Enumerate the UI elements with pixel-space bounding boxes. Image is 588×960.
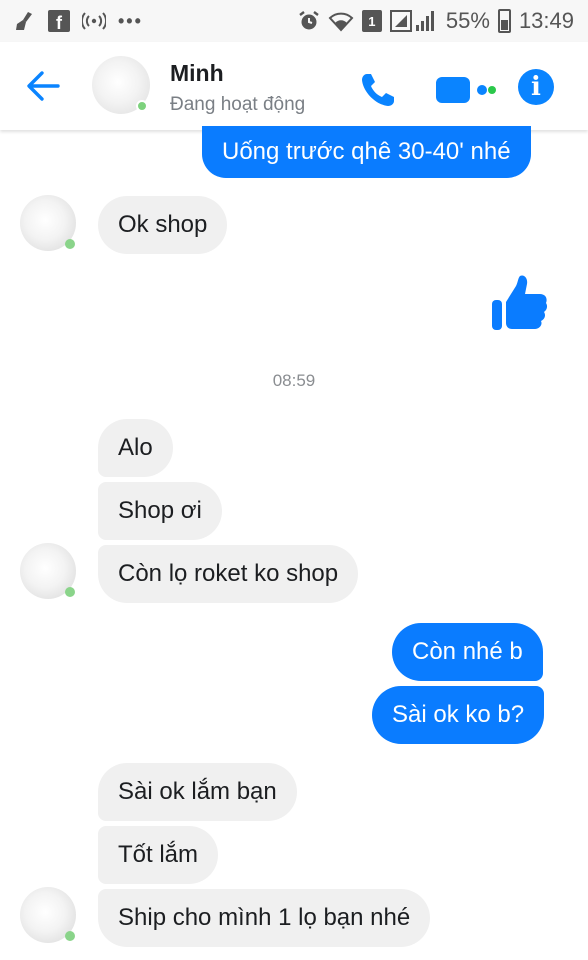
thumbs-up-icon[interactable] — [488, 272, 550, 334]
status-bar-left: f ••• — [14, 8, 143, 34]
outgoing-message[interactable]: Sài ok ko b? — [372, 686, 545, 744]
message-timestamp: 08:59 — [272, 371, 316, 390]
contact-name[interactable]: Minh — [170, 60, 224, 87]
incoming-message[interactable]: Ship cho mình 1 lọ bạn nhé — [98, 889, 431, 947]
battery-percentage: 55% — [445, 8, 490, 33]
video-call-icon[interactable] — [434, 73, 496, 107]
incoming-message[interactable]: Sài ok lắm bạn — [98, 763, 297, 821]
info-icon[interactable]: i — [518, 69, 554, 105]
outgoing-message[interactable]: Còn nhé b — [392, 623, 543, 681]
outgoing-message[interactable]: Uống trước qhê 30-40' nhé — [202, 126, 531, 178]
active-status-dot — [65, 931, 75, 941]
more-notifications-icon: ••• — [118, 10, 143, 31]
sim-slot-icon: 1 — [361, 10, 382, 32]
wifi-icon — [328, 12, 354, 32]
incoming-message[interactable]: Tốt lắm — [98, 826, 219, 884]
active-status-dot — [65, 587, 75, 597]
phone-call-icon[interactable] — [358, 70, 398, 110]
contact-avatar[interactable] — [92, 56, 150, 114]
active-status-dot — [136, 100, 148, 112]
clock: 13:49 — [518, 8, 574, 33]
conversation-header: Minh Đang hoạt động i — [0, 42, 588, 130]
signal-icon — [389, 10, 434, 32]
active-status-dot — [65, 239, 75, 249]
contact-avatar-small[interactable] — [20, 195, 76, 251]
broom-icon — [16, 12, 32, 30]
incoming-message[interactable]: Ok shop — [98, 196, 228, 254]
incoming-message[interactable]: Shop ơi — [98, 482, 222, 540]
contact-avatar-small[interactable] — [20, 543, 76, 599]
contact-avatar-small[interactable] — [20, 887, 76, 943]
alarm-icon — [299, 11, 319, 30]
facebook-icon: f — [48, 10, 70, 32]
hotspot-icon — [82, 12, 106, 30]
incoming-message[interactable]: Alo — [98, 419, 173, 477]
back-arrow-icon[interactable] — [24, 66, 64, 106]
incoming-message[interactable]: Còn lọ roket ko shop — [98, 545, 359, 603]
status-bar: f ••• 1 55% 13:49 — [0, 0, 588, 42]
status-bar-right: 1 55% 13:49 — [298, 8, 574, 34]
battery-icon — [497, 9, 511, 33]
contact-active-status: Đang hoạt động — [170, 94, 306, 115]
